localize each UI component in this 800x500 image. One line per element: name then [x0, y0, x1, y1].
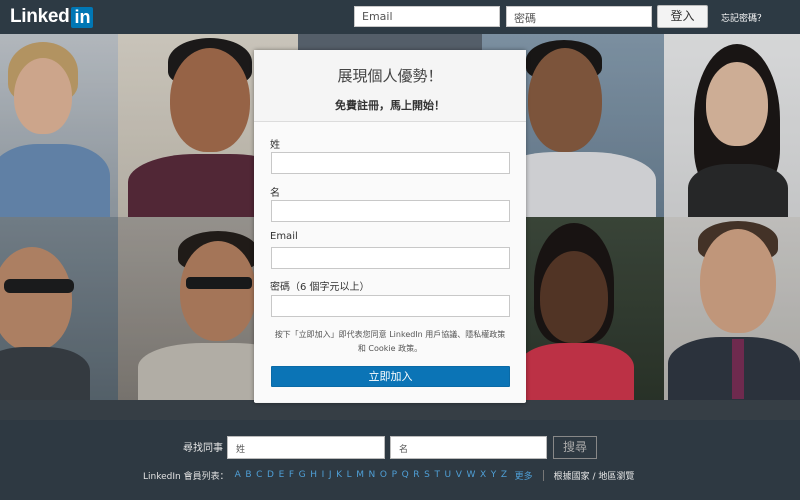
- directory-letter-link[interactable]: N: [369, 470, 376, 480]
- terms-notice: 按下「立即加入」即代表您同意 LinkedIn 用戶協議、隱私權政策 和 Coo…: [270, 328, 510, 356]
- find-colleagues-label: 尋找同事: [183, 443, 223, 454]
- directory-letter-link[interactable]: B: [245, 470, 251, 480]
- directory-letter-link[interactable]: Q: [402, 470, 409, 480]
- forgot-password-link[interactable]: 忘記密碼？: [721, 11, 766, 24]
- first-name-label: 名: [270, 188, 280, 199]
- directory-letter-link[interactable]: A: [235, 470, 241, 480]
- directory-letter-link[interactable]: S: [424, 470, 430, 480]
- directory-letter-link[interactable]: V: [456, 470, 462, 480]
- signup-subtitle: 免費註冊，馬上開始！: [335, 99, 445, 112]
- directory-letter-link[interactable]: T: [434, 470, 440, 480]
- directory-letter-link[interactable]: K: [336, 470, 342, 480]
- login-password-input[interactable]: 密碼: [506, 6, 652, 27]
- directory-divider: [542, 469, 544, 481]
- top-nav-bar: Linked in Email 密碼 登入 忘記密碼？: [0, 0, 800, 34]
- first-name-input[interactable]: [271, 200, 510, 222]
- directory-letter-link[interactable]: C: [256, 470, 262, 480]
- signup-title: 展現個人優勢！: [337, 67, 443, 85]
- directory-letter-link[interactable]: H: [310, 470, 317, 480]
- member-directory-label: LinkedIn 會員列表：: [143, 471, 229, 482]
- directory-letter-link[interactable]: J: [329, 470, 332, 480]
- directory-letter-link[interactable]: P: [392, 470, 397, 480]
- search-button[interactable]: 搜尋: [553, 436, 597, 459]
- email-input[interactable]: [271, 247, 510, 269]
- directory-letter-link[interactable]: X: [480, 470, 486, 480]
- directory-letter-link[interactable]: W: [467, 470, 476, 480]
- directory-letter-link[interactable]: I: [322, 470, 325, 480]
- directory-letter-link[interactable]: E: [279, 470, 285, 480]
- terms-line-1[interactable]: 按下「立即加入」即代表您同意 LinkedIn 用戶協議、隱私權政策: [270, 328, 510, 342]
- login-button[interactable]: 登入: [657, 5, 708, 28]
- search-last-name-input[interactable]: 姓: [227, 436, 385, 459]
- browse-by-country-link[interactable]: 根據國家 / 地區瀏覽: [554, 469, 635, 482]
- password-input[interactable]: [271, 295, 510, 317]
- login-email-input[interactable]: Email: [354, 6, 500, 27]
- directory-letter-link[interactable]: L: [347, 470, 352, 480]
- directory-letter-link[interactable]: O: [380, 470, 387, 480]
- signup-form: 姓 名 Email 密碼（6 個字元以上） 按下「立即加入」即代表您同意 Lin…: [254, 122, 526, 402]
- join-now-button[interactable]: 立即加入: [271, 366, 510, 387]
- footer: 尋找同事 姓 名 搜尋 LinkedIn 會員列表： A B C D E F G…: [0, 420, 800, 500]
- email-label: Email: [270, 231, 298, 242]
- last-name-label: 姓: [270, 140, 280, 151]
- directory-letter-link[interactable]: G: [299, 470, 306, 480]
- member-directory: LinkedIn 會員列表： A B C D E F G H I J K L M…: [143, 469, 635, 482]
- logo-text: Linked: [10, 6, 70, 27]
- logo-in-badge: in: [71, 6, 94, 28]
- directory-letter-link[interactable]: Y: [491, 470, 497, 480]
- password-label: 密碼（6 個字元以上）: [270, 282, 370, 293]
- directory-more-link[interactable]: 更多: [515, 469, 533, 482]
- signup-header: 展現個人優勢！ 免費註冊，馬上開始！: [254, 50, 526, 122]
- search-first-name-input[interactable]: 名: [390, 436, 547, 459]
- directory-letter-link[interactable]: D: [267, 470, 274, 480]
- directory-letter-link[interactable]: Z: [501, 470, 507, 480]
- signup-card: 展現個人優勢！ 免費註冊，馬上開始！ 姓 名 Email 密碼（6 個字元以上）…: [254, 50, 526, 403]
- terms-line-2[interactable]: 和 Cookie 政策。: [270, 342, 510, 356]
- last-name-input[interactable]: [271, 152, 510, 174]
- directory-letter-link[interactable]: U: [445, 470, 452, 480]
- linkedin-logo[interactable]: Linked in: [10, 6, 94, 28]
- directory-letter-link[interactable]: R: [413, 470, 419, 480]
- directory-letter-link[interactable]: F: [289, 470, 294, 480]
- directory-letter-link[interactable]: M: [356, 470, 364, 480]
